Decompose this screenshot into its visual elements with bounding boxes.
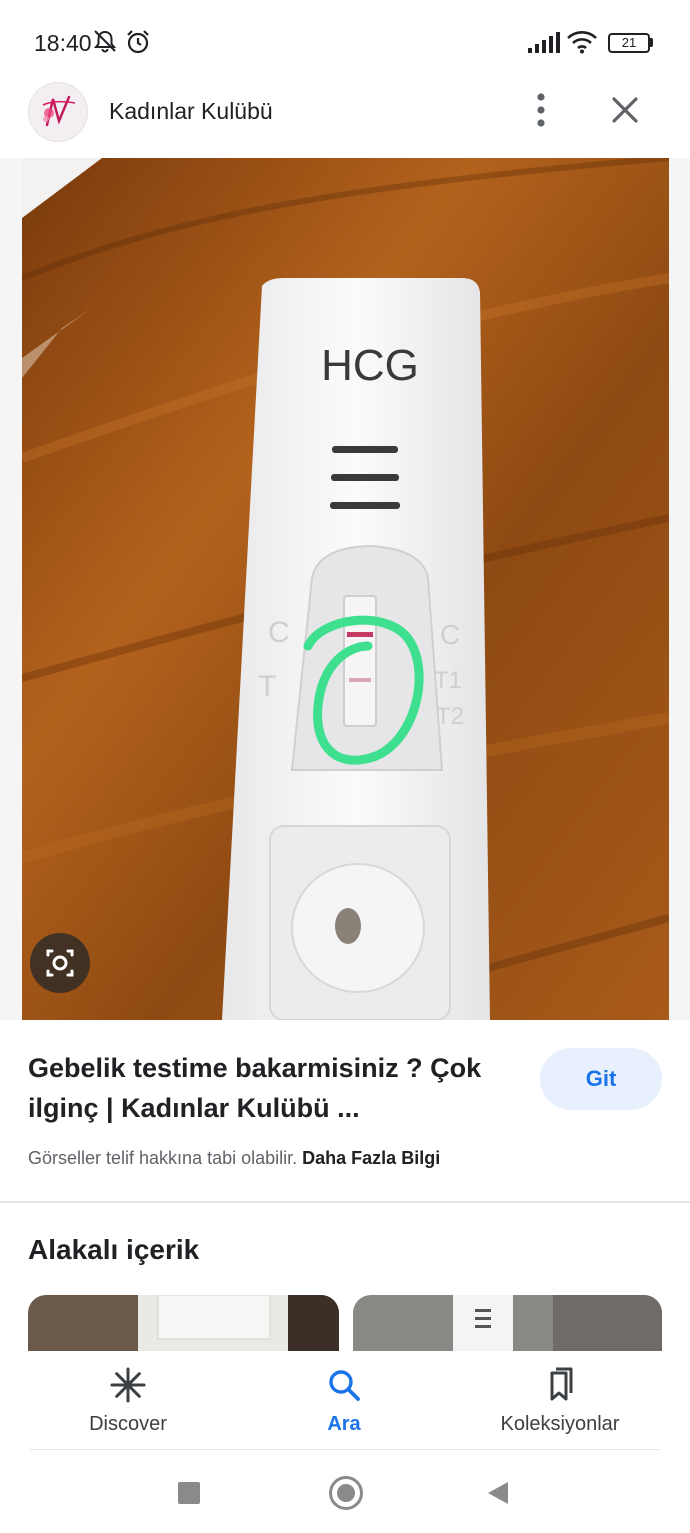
pregnancy-test-photo: HCG C T C T1 T2 (22, 158, 669, 1020)
lens-icon (46, 949, 74, 977)
battery-tip (650, 38, 653, 47)
asterisk-icon (110, 1367, 146, 1403)
wifi-icon (567, 31, 597, 54)
close-button[interactable] (602, 88, 648, 134)
bottom-navigation: Discover Ara Koleksiyonlar (0, 1351, 690, 1451)
lens-search-button[interactable] (30, 933, 90, 993)
home-icon[interactable] (329, 1476, 363, 1510)
nav-search-label: Ara (327, 1413, 361, 1435)
battery-icon: 21 (608, 33, 650, 53)
search-icon (329, 1370, 360, 1401)
mark-right-t1: T1 (434, 667, 462, 694)
site-logo-icon[interactable] (28, 82, 88, 142)
section-divider (0, 1201, 690, 1203)
collections-icon (550, 1367, 573, 1401)
related-content-title: Alakalı içerik (28, 1234, 200, 1265)
related-thumbnail[interactable] (28, 1295, 339, 1353)
go-button[interactable]: Git (540, 1048, 662, 1110)
site-name[interactable]: Kadınlar Kulübü (109, 98, 273, 125)
nav-discover-label: Discover (89, 1413, 167, 1435)
mark-left-c: C (268, 616, 290, 649)
nav-collections-label: Koleksiyonlar (500, 1413, 620, 1435)
more-options-button[interactable] (522, 88, 560, 134)
alarm-icon (127, 30, 149, 54)
mark-left-t: T (258, 670, 276, 703)
status-time: 18:40 (34, 30, 92, 56)
close-icon (612, 97, 638, 123)
more-vertical-icon (537, 93, 545, 127)
battery-level: 21 (621, 35, 637, 50)
result-header: Kadınlar Kulübü (0, 82, 690, 160)
recent-apps-icon[interactable] (178, 1482, 200, 1504)
mute-bell-icon (93, 30, 117, 53)
test-brand-label: HCG (321, 341, 419, 390)
copyright-notice: Görseller telif hakkına tabi olabilir. D… (28, 1148, 440, 1169)
nav-collections[interactable]: Koleksiyonlar (480, 1351, 640, 1451)
back-icon[interactable] (486, 1480, 510, 1506)
related-thumbnail[interactable] (353, 1295, 662, 1353)
image-viewer[interactable]: HCG C T C T1 T2 (0, 158, 690, 1020)
nav-search[interactable]: Ara (284, 1351, 404, 1451)
copyright-text: Görseller telif hakkına tabi olabilir. (28, 1148, 298, 1168)
result-title[interactable]: Gebelik testime bakarmisiniz ? Çok ilgin… (28, 1048, 508, 1128)
mark-right-t2: T2 (436, 703, 464, 730)
mark-right-c: C (440, 619, 460, 650)
system-navigation-bar (0, 1450, 690, 1533)
status-bar: 18:40 21 (0, 0, 690, 82)
nav-discover[interactable]: Discover (58, 1351, 198, 1451)
signal-icon (528, 32, 560, 53)
more-info-link[interactable]: Daha Fazla Bilgi (302, 1148, 440, 1168)
